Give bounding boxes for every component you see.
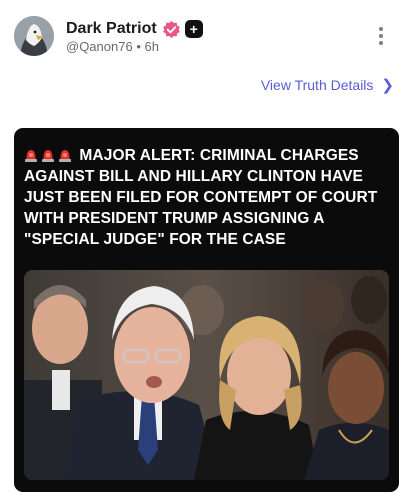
author-handle[interactable]: @Qanon76 [66,39,133,54]
vertical-dots-icon [379,27,383,31]
siren-icon [24,147,38,162]
author-name-line: Dark Patriot + [66,18,203,40]
card-headline: MAJOR ALERT: CRIMINAL CHARGES AGAINST BI… [24,147,378,248]
chevron-right-icon: ❯ [381,77,394,94]
meta-separator: • [136,39,141,54]
plus-badge-icon: + [184,20,203,38]
siren-icon [41,147,55,162]
view-truth-details-link[interactable]: View Truth Details ❯ [261,76,394,94]
more-options-button[interactable] [372,24,390,48]
author-display-name[interactable]: Dark Patriot [66,20,157,38]
verified-badge-icon [162,20,181,39]
card-photo[interactable] [24,270,389,480]
siren-icon [58,147,72,162]
author-meta: @Qanon76 • 6h [66,39,159,54]
vertical-dots-icon-dot [379,34,383,38]
vertical-dots-icon-dot [379,41,383,45]
view-truth-details-label: View Truth Details [260,77,374,93]
card-headline-block: MAJOR ALERT: CRIMINAL CHARGES AGAINST BI… [24,145,386,250]
news-photo-image [24,270,389,480]
post-time[interactable]: 6h [145,39,159,54]
author-avatar[interactable] [14,16,54,56]
post-header: Dark Patriot + @Qanon76 • 6h [14,16,404,60]
media-card[interactable]: MAJOR ALERT: CRIMINAL CHARGES AGAINST BI… [14,128,399,492]
eagle-avatar-icon [14,16,54,56]
truth-post: Dark Patriot + @Qanon76 • 6h View Truth … [0,0,414,500]
